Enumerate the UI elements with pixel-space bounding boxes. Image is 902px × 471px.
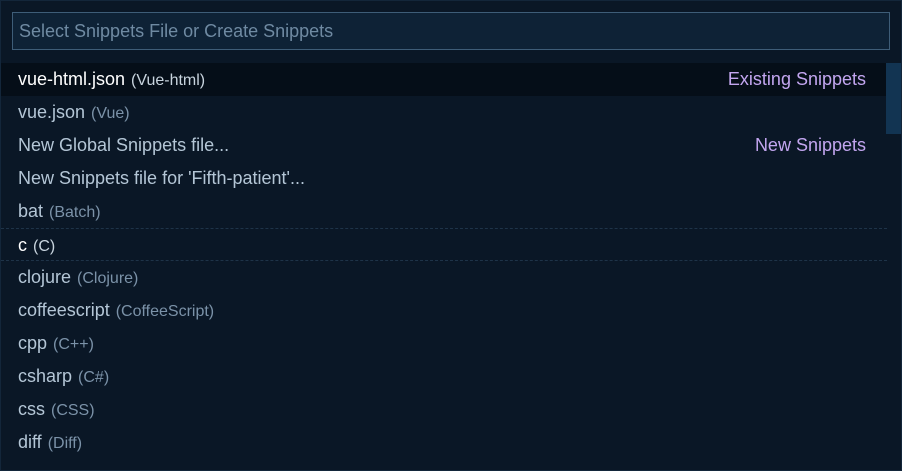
list-item[interactable]: coffeescript (CoffeeScript) (1, 294, 887, 327)
item-description: (C#) (78, 369, 110, 386)
item-label: vue.json (18, 102, 86, 122)
list-item[interactable]: vue.json (Vue) (1, 96, 887, 129)
quick-pick: Select Snippets File or Create Snippets … (0, 0, 902, 471)
snippet-list: vue-html.json (Vue-html) Existing Snippets… (1, 63, 887, 459)
item-description: (C++) (53, 336, 94, 353)
item-description: (Batch) (49, 204, 101, 221)
item-label: csharp (18, 366, 73, 386)
item-description: (CoffeeScript) (115, 303, 215, 320)
list-item[interactable]: diff (Diff) (1, 426, 887, 459)
item-label: clojure (18, 267, 72, 287)
list-item[interactable]: clojure (Clojure) (1, 261, 887, 294)
item-label: cpp (18, 333, 48, 353)
item-description: (Vue-html) (131, 72, 206, 89)
item-label: diff (18, 432, 42, 452)
item-description: (Vue) (91, 105, 130, 122)
list-item[interactable]: bat (Batch) (1, 195, 887, 228)
item-label: css (18, 399, 45, 419)
item-label: coffeescript (18, 300, 110, 320)
list-item[interactable]: vue-html.json (Vue-html) Existing Snippets (1, 63, 887, 96)
item-description: (CSS) (51, 402, 95, 419)
list-item[interactable]: New Snippets file for 'Fifth-patient'... (1, 162, 887, 195)
item-label: bat (18, 201, 44, 221)
list-item[interactable]: css (CSS) (1, 393, 887, 426)
list-item[interactable]: cpp (C++) (1, 327, 887, 360)
group-label: New Snippets (754, 135, 866, 155)
list-item[interactable]: c (C) (1, 228, 887, 261)
group-label: Existing Snippets (727, 69, 866, 89)
item-description: (Clojure) (77, 270, 139, 287)
search-input[interactable]: Select Snippets File or Create Snippets (12, 12, 890, 50)
list-item[interactable]: csharp (C#) (1, 360, 887, 393)
item-label: c (18, 235, 27, 255)
list-item[interactable]: New Global Snippets file... New Snippets (1, 129, 887, 162)
item-label: New Global Snippets file... (18, 135, 230, 155)
item-description: (C) (33, 238, 56, 255)
item-label: New Snippets file for 'Fifth-patient'... (18, 168, 305, 188)
item-label: vue-html.json (18, 69, 126, 89)
scrollbar[interactable] (886, 63, 901, 134)
item-description: (Diff) (47, 435, 83, 452)
